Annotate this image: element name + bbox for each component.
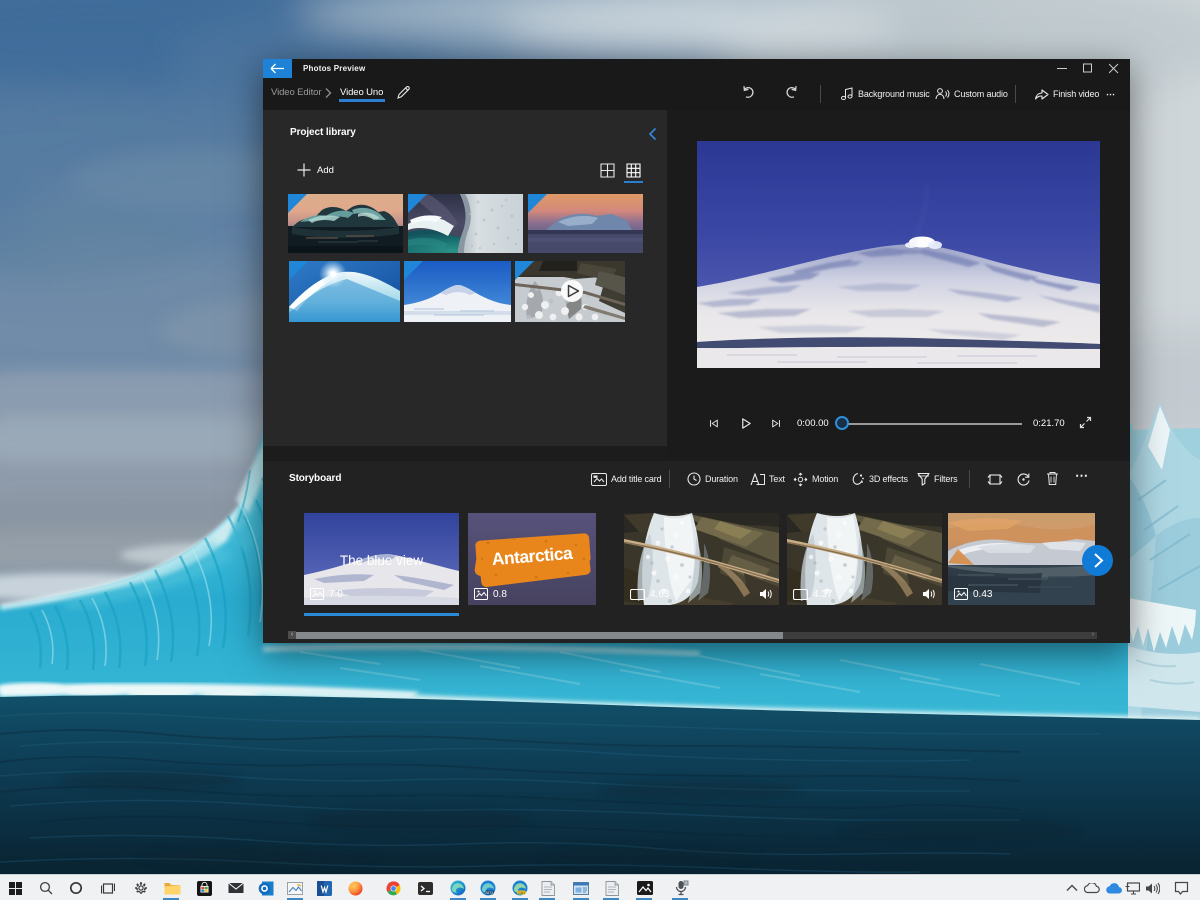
svg-text:BETA: BETA <box>485 891 494 895</box>
svg-text:CAN: CAN <box>518 891 525 895</box>
